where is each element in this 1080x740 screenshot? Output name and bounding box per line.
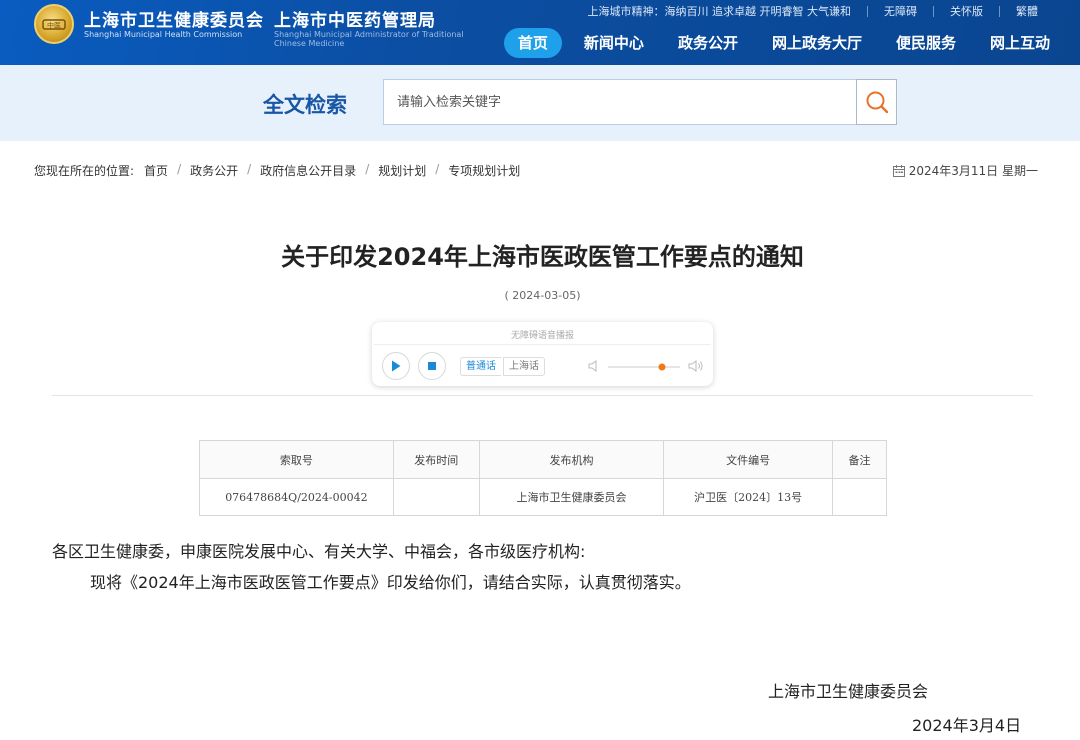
- column-header-index-no: 索取号: [199, 440, 394, 479]
- site-subtitle-main: Shanghai Municipal Health Commission: [84, 30, 243, 39]
- divider: [867, 5, 868, 17]
- breadcrumb-planning[interactable]: 规划计划: [378, 162, 426, 179]
- table-row: 076478684Q/2024-00042 上海市卫生健康委员会 沪卫医〔202…: [199, 478, 887, 516]
- breadcrumb-special-planning[interactable]: 专项规划计划: [448, 162, 520, 179]
- breadcrumb-separator: /: [435, 162, 440, 176]
- signature-organization: 上海市卫生健康委员会: [768, 682, 929, 701]
- nav-government-affairs[interactable]: 政务公开: [678, 28, 738, 58]
- nav-interaction[interactable]: 网上互动: [990, 28, 1050, 58]
- site-header: 中医 上海市卫生健康委员会 Shanghai Municipal Health …: [0, 0, 1080, 65]
- cell-publisher: 上海市卫生健康委员会: [478, 478, 665, 516]
- city-spirit-text: 上海城市精神：海纳百川 追求卓越 开明睿智 大气谦和: [587, 5, 852, 18]
- nav-news-center[interactable]: 新闻中心: [584, 28, 644, 58]
- search-label: 全文检索: [263, 93, 347, 117]
- cell-index-no: 076478684Q/2024-00042: [199, 478, 394, 516]
- article-body: 现将《2024年上海市医政医管工作要点》印发给你们，请结合实际，认真贯彻落实。: [90, 573, 691, 592]
- volume-low-icon: [588, 360, 597, 372]
- volume-slider[interactable]: [606, 362, 682, 372]
- signature-date: 2024年3月4日: [912, 716, 1022, 735]
- breadcrumb: 您现在所在的位置: 首页 / 政务公开 / 政府信息公开目录 / 规划计划 / …: [34, 162, 520, 179]
- main-nav: 首页 新闻中心 政务公开 网上政务大厅 便民服务 网上互动: [503, 28, 1050, 58]
- player-title: 无障碍语音播报: [510, 331, 574, 341]
- voice-broadcast-player: 无障碍语音播报 普通话 上海话: [372, 322, 713, 386]
- divider: [52, 395, 1033, 396]
- cell-doc-number: 沪卫医〔2024〕13号: [663, 478, 834, 516]
- cell-publish-time: [392, 478, 480, 516]
- article-recipients: 各区卫生健康委，申康医院发展中心、有关大学、中福会，各市级医疗机构:: [52, 542, 586, 561]
- breadcrumb-home[interactable]: 首页: [144, 162, 168, 179]
- breadcrumb-separator: /: [177, 162, 182, 176]
- stop-icon: [428, 362, 436, 370]
- nav-home[interactable]: 首页: [503, 28, 562, 58]
- site-subtitle-second: Shanghai Municipal Administrator of Trad…: [274, 30, 464, 48]
- column-header-publish-time: 发布时间: [392, 440, 480, 479]
- accessibility-link[interactable]: 无障碍: [884, 3, 917, 19]
- top-links: 上海城市精神：海纳百川 追求卓越 开明睿智 大气谦和 无障碍 关怀版 繁體: [588, 4, 1039, 18]
- search-icon: [866, 91, 888, 114]
- lang-mandarin[interactable]: 普通话: [460, 357, 501, 376]
- document-meta-table: 索取号 发布时间 发布机构 文件编号 备注 076478684Q/2024-00…: [199, 440, 887, 516]
- divider: [374, 344, 711, 345]
- site-title-main[interactable]: 上海市卫生健康委员会: [84, 6, 264, 31]
- breadcrumb-separator: /: [247, 162, 252, 176]
- current-date-text: 2024年3月11日 星期一: [908, 164, 1038, 178]
- breadcrumb-info-catalog[interactable]: 政府信息公开目录: [260, 162, 356, 179]
- nav-public-services[interactable]: 便民服务: [896, 28, 956, 58]
- care-version-link[interactable]: 关怀版: [950, 3, 983, 19]
- svg-text:中医: 中医: [47, 21, 61, 30]
- divider: [999, 5, 1000, 17]
- lang-shanghainese[interactable]: 上海话: [503, 357, 545, 376]
- search-band: 全文检索: [0, 65, 1080, 141]
- divider: [933, 5, 934, 17]
- volume-knob[interactable]: [658, 363, 666, 371]
- search-input[interactable]: [383, 79, 857, 125]
- traditional-chinese-link[interactable]: 繁體: [1016, 3, 1038, 19]
- current-date: 2024年3月11日 星期一: [892, 162, 1038, 179]
- table-header-row: 索取号 发布时间 发布机构 文件编号 备注: [199, 440, 887, 479]
- stop-button[interactable]: [418, 352, 446, 380]
- cell-remarks: [832, 478, 887, 516]
- nav-online-services[interactable]: 网上政务大厅: [772, 28, 862, 58]
- column-header-remarks: 备注: [832, 440, 887, 479]
- volume-high-icon: [688, 360, 703, 372]
- publish-date: ( 2024-03-05): [504, 289, 581, 302]
- search-button[interactable]: [856, 79, 897, 125]
- emblem-logo[interactable]: 中医: [34, 4, 74, 44]
- column-header-publisher: 发布机构: [478, 440, 665, 479]
- breadcrumb-separator: /: [365, 162, 370, 176]
- column-header-doc-number: 文件编号: [663, 440, 834, 479]
- site-title-second[interactable]: 上海市中医药管理局: [274, 6, 436, 31]
- article-title: 关于印发2024年上海市医政医管工作要点的通知: [281, 243, 804, 271]
- breadcrumb-lead: 您现在所在的位置:: [34, 164, 135, 178]
- calendar-icon: [892, 164, 905, 177]
- play-button[interactable]: [382, 352, 410, 380]
- play-icon: [392, 360, 401, 372]
- breadcrumb-government-affairs[interactable]: 政务公开: [190, 162, 238, 179]
- emblem-icon: 中医: [42, 19, 66, 30]
